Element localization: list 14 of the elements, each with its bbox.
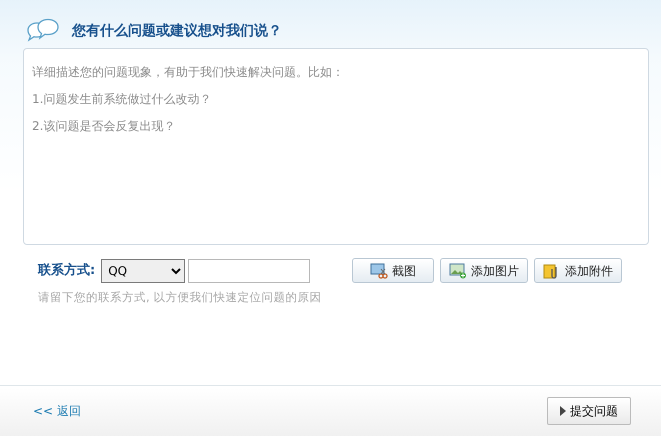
back-link[interactable]: << 返回 — [33, 402, 81, 420]
scissors-monitor-icon — [370, 262, 388, 278]
submit-button[interactable]: 提交问题 — [547, 397, 631, 425]
description-field[interactable]: 详细描述您的问题现象，有助于我们快速解决问题。比如： 1.问题发生前系统做过什么改动？ 2.该问题是否会反复出现？ — [23, 48, 649, 245]
contact-method-select[interactable]: QQ — [101, 258, 186, 282]
contact-label: 联系方式: — [38, 262, 96, 280]
toolbar-button[interactable]: 添加图片 — [440, 258, 528, 283]
contact-field[interactable] — [188, 258, 310, 282]
toolbar-button[interactable]: 添加附件 — [534, 258, 622, 283]
play-arrow-icon — [560, 406, 566, 416]
toolbar-button[interactable]: 截图 — [352, 258, 434, 283]
page-title: 您有什么问题或建议想对我们说？ — [72, 22, 282, 40]
contact-hint: 请留下您的联系方式, 以方便我们快速定位问题的原因 — [37, 289, 322, 306]
add-image-icon — [449, 262, 468, 278]
